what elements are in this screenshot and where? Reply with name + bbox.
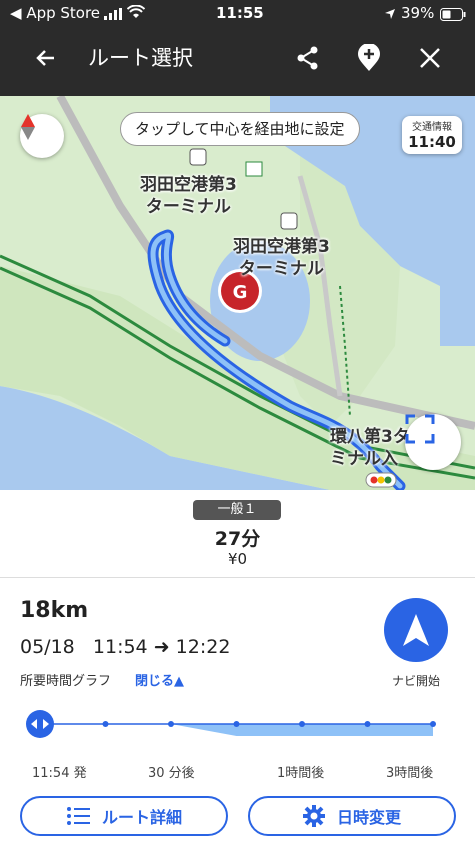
- back-app-label: App Store: [26, 4, 101, 22]
- start-navigation-button[interactable]: [384, 598, 448, 662]
- list-icon: [66, 807, 90, 825]
- back-to-app[interactable]: ◀ App Store: [10, 4, 100, 22]
- clock: 11:55: [216, 4, 264, 22]
- fullscreen-icon[interactable]: [405, 414, 461, 470]
- traffic-info-label: 交通情報: [412, 122, 452, 133]
- graph-tick-depart: 11:54 発: [32, 766, 87, 781]
- route-type-badge: 一般１: [193, 500, 281, 520]
- arrive-time: 12:22: [175, 636, 231, 658]
- change-time-button[interactable]: 日時変更: [248, 796, 456, 836]
- change-time-label: 日時変更: [336, 808, 401, 827]
- time-slider-handle[interactable]: [26, 710, 54, 738]
- route-fare: ¥0: [227, 550, 248, 568]
- graph-tick-3hours: 3時間後: [386, 766, 434, 781]
- travel-time-graph-label: 所要時間グラフ: [20, 674, 112, 689]
- route-times: 05/18 11:54 ➜ 12:22: [20, 636, 230, 658]
- depart-time: 11:54: [92, 636, 148, 658]
- route-detail-label: ルート詳細: [101, 808, 182, 827]
- page-title: ルート選択: [88, 46, 193, 70]
- map-label-terminal3-building: 羽田空港第3 ターミナル: [233, 237, 330, 279]
- graph-point: [299, 721, 305, 727]
- route-details-panel: 18km 05/18 11:54 ➜ 12:22 所要時間グラフ 閉じる▲ ナビ…: [0, 578, 475, 845]
- start-navigation-label: ナビ開始: [391, 674, 440, 688]
- arrow-right-icon: ➜: [153, 636, 176, 658]
- svg-text:G: G: [233, 282, 248, 303]
- map-label-terminal3: 羽田空港第3 ターミナル: [140, 175, 237, 217]
- traffic-info-button[interactable]: 交通情報 11:40: [402, 116, 462, 154]
- top-nav-bar: ルート選択: [0, 26, 475, 96]
- route-detail-button[interactable]: ルート詳細: [20, 796, 228, 836]
- gear-icon: [302, 805, 325, 827]
- compass-icon[interactable]: [20, 114, 64, 158]
- route-distance: 18km: [20, 598, 89, 623]
- graph-point: [102, 721, 109, 727]
- location-arrow-icon: [384, 6, 396, 24]
- share-icon[interactable]: [286, 36, 330, 80]
- traffic-info-time: 11:40: [408, 133, 456, 151]
- map-label-kanpachi-entrance: 環八第3タ ミナル入: [330, 427, 410, 469]
- add-waypoint-icon[interactable]: [347, 36, 391, 80]
- route-duration: 27分: [214, 528, 261, 550]
- status-bar: ◀ App Store 11:55 39%: [0, 0, 475, 26]
- route-map[interactable]: G タップして中心を経由地に設定 交通情報 11:40 羽田空港第3 ターミナル…: [0, 96, 475, 490]
- back-arrow-icon[interactable]: [24, 36, 68, 80]
- close-icon[interactable]: [408, 36, 452, 80]
- graph-point: [430, 721, 436, 727]
- graph-tick-1hour: 1時間後: [277, 766, 325, 781]
- signal-icon: [104, 6, 122, 24]
- battery-percent: 39%: [401, 4, 435, 22]
- route-summary[interactable]: 一般１ 27分 ¥0: [0, 490, 475, 578]
- waypoint-hint[interactable]: タップして中心を経由地に設定: [120, 112, 360, 146]
- wifi-icon: [126, 4, 146, 23]
- graph-point: [364, 721, 371, 727]
- graph-tick-30min: 30 分後: [148, 766, 195, 781]
- navigation-arrow-icon: [403, 614, 429, 646]
- graph-point: [168, 721, 174, 727]
- collapse-graph-link[interactable]: 閉じる▲: [135, 670, 184, 689]
- graph-point: [233, 721, 240, 727]
- route-date: 05/18: [20, 636, 75, 658]
- battery-icon: [440, 7, 466, 25]
